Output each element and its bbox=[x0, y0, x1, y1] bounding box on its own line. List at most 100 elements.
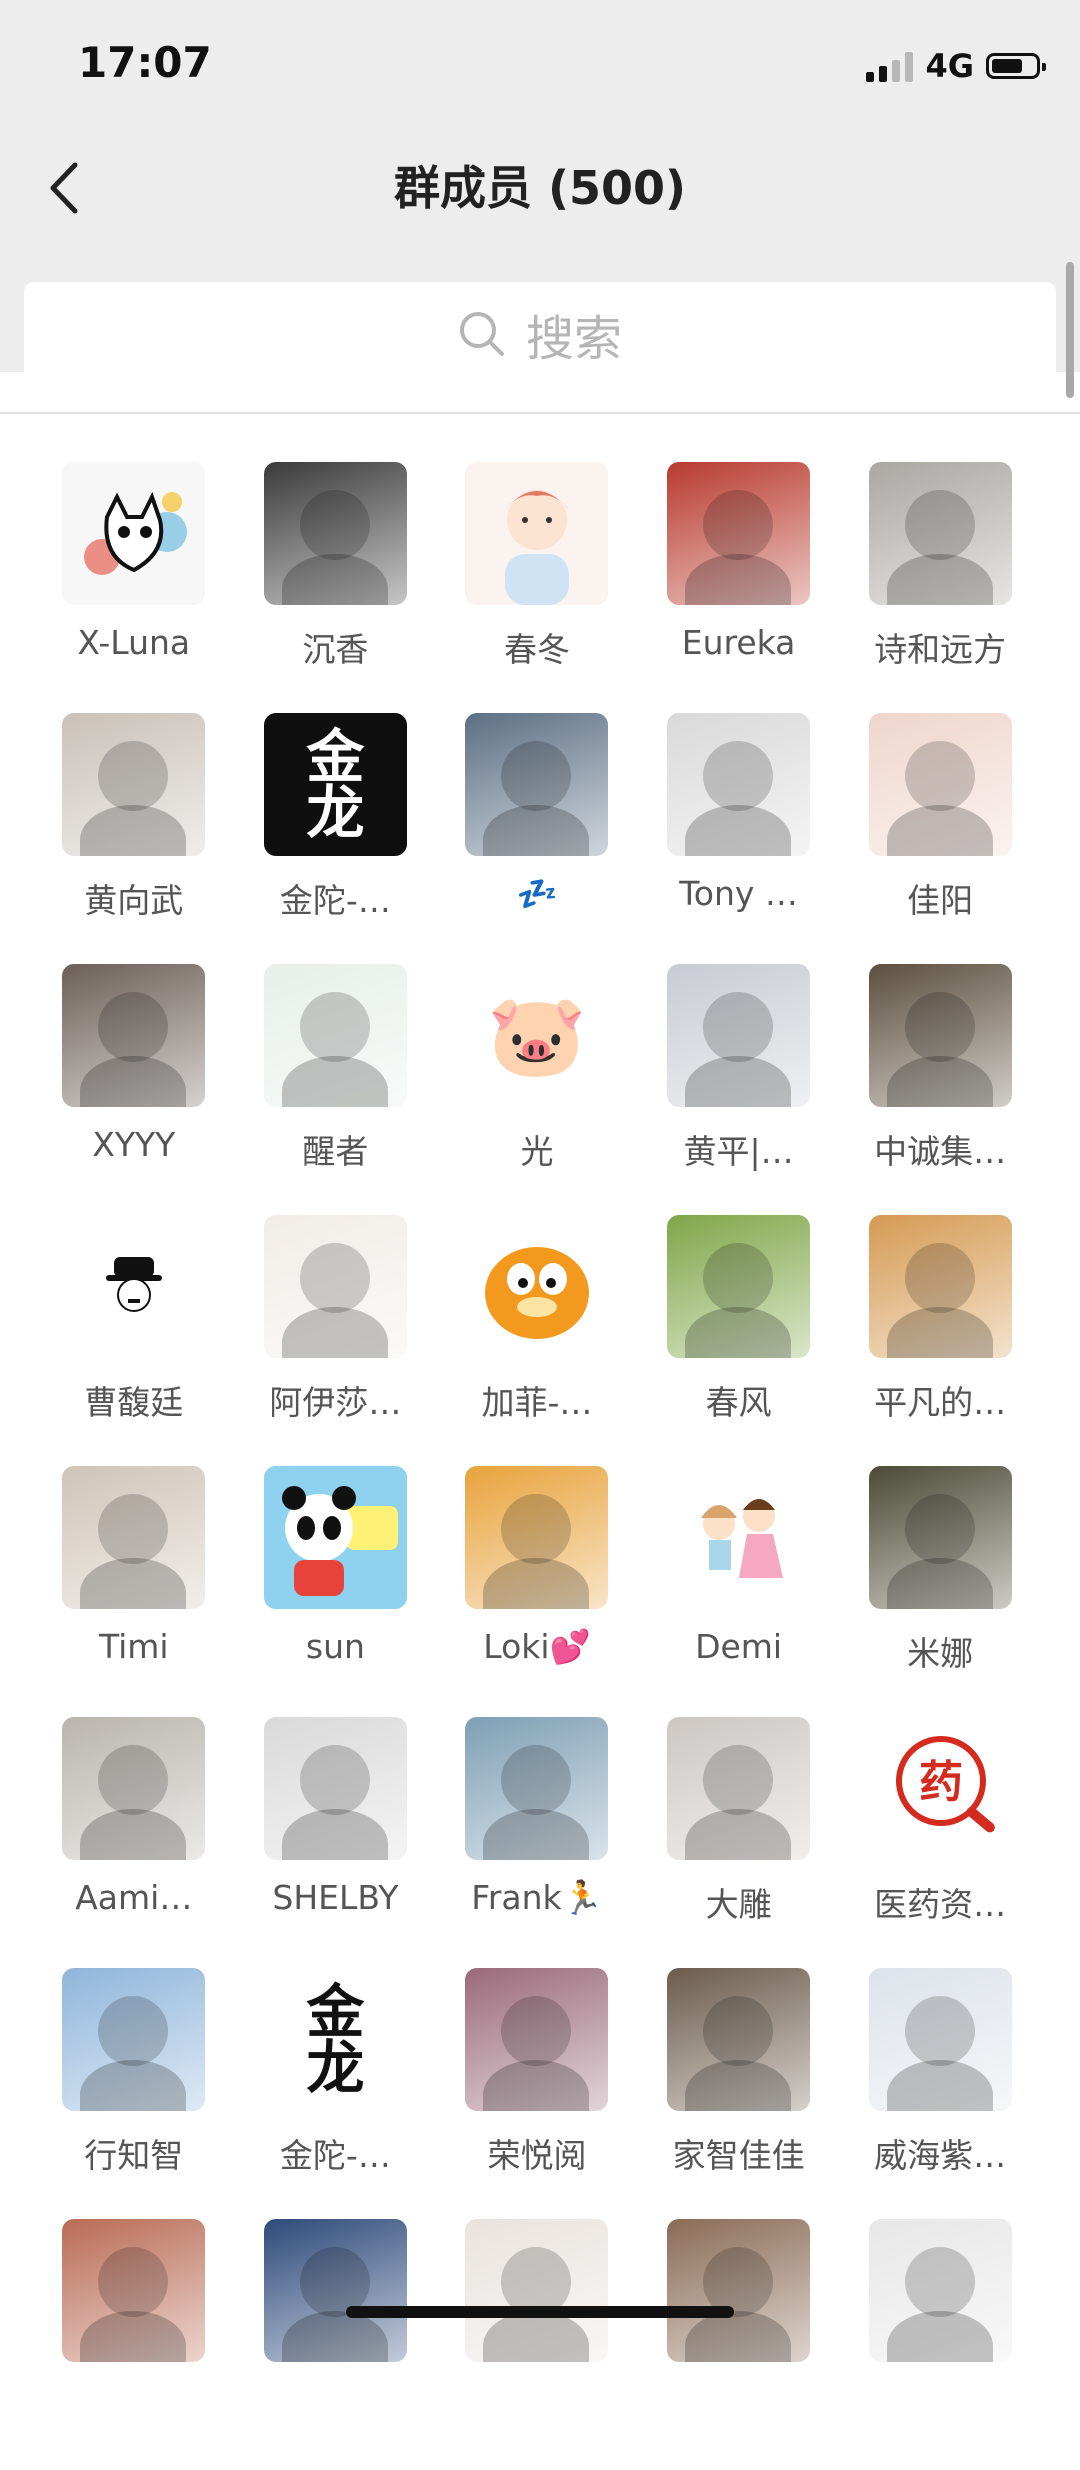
member-name: Frank🏃 bbox=[471, 1878, 603, 1917]
search-placeholder: 搜索 bbox=[525, 311, 622, 367]
divider bbox=[0, 412, 1080, 414]
avatar bbox=[263, 1717, 407, 1860]
member-item[interactable]: 威海紫… bbox=[839, 1968, 1041, 2219]
search-icon bbox=[459, 312, 504, 356]
avatar bbox=[263, 1466, 407, 1609]
member-item[interactable]: 曹馥廷 bbox=[33, 1215, 235, 1466]
member-item[interactable]: 春风 bbox=[638, 1215, 840, 1466]
member-item[interactable]: 荣悦阅 bbox=[436, 1968, 638, 2219]
member-name: Eureka bbox=[681, 623, 796, 662]
avatar: 药 bbox=[868, 1717, 1012, 1860]
member-name: 佳阳 bbox=[907, 881, 974, 920]
page-title: 群成员 (500) bbox=[393, 161, 687, 215]
status-time: 17:07 bbox=[78, 38, 212, 87]
member-name: Loki💕 bbox=[483, 1627, 591, 1666]
member-name: 春冬 bbox=[503, 630, 570, 669]
battery-icon bbox=[986, 53, 1046, 79]
member-name: 中诚集… bbox=[874, 1132, 1007, 1171]
network-label: 4G bbox=[925, 47, 974, 85]
member-item[interactable]: X-Luna bbox=[33, 462, 235, 713]
avatar bbox=[62, 1717, 206, 1860]
member-item[interactable]: Eureka bbox=[638, 462, 840, 713]
avatar bbox=[263, 1215, 407, 1358]
member-name: XYYY bbox=[92, 1125, 176, 1164]
home-indicator[interactable] bbox=[346, 2306, 734, 2318]
avatar bbox=[62, 2219, 206, 2362]
member-name: Timi bbox=[98, 1627, 169, 1666]
member-item[interactable]: 米娜 bbox=[839, 1466, 1041, 1717]
member-name: 家智佳佳 bbox=[672, 2136, 805, 2175]
member-item[interactable]: SHELBY bbox=[235, 1717, 437, 1968]
avatar bbox=[263, 964, 407, 1107]
member-name: 黄向武 bbox=[84, 881, 184, 920]
member-item[interactable]: 大雕 bbox=[638, 1717, 840, 1968]
avatar bbox=[465, 713, 609, 856]
member-item[interactable]: Loki💕 bbox=[436, 1466, 638, 1717]
avatar bbox=[465, 1717, 609, 1860]
member-item[interactable] bbox=[436, 2219, 638, 2470]
member-name: 加菲-… bbox=[481, 1383, 593, 1422]
member-item[interactable]: XYYY bbox=[33, 964, 235, 1215]
member-item[interactable]: 加菲-… bbox=[436, 1215, 638, 1466]
avatar bbox=[868, 713, 1012, 856]
member-item[interactable]: Tony … bbox=[638, 713, 840, 964]
member-item[interactable]: 平凡的… bbox=[839, 1215, 1041, 1466]
member-name: 曹馥廷 bbox=[84, 1383, 184, 1422]
member-item[interactable]: 家智佳佳 bbox=[638, 1968, 840, 2219]
member-item[interactable]: Frank🏃 bbox=[436, 1717, 638, 1968]
avatar bbox=[667, 1717, 811, 1860]
member-grid: X-Luna 沉香 春冬 Eureka 诗和远方 黄向武金龙金陀-… 💤 Tony … 佳阳 XY… bbox=[33, 462, 1047, 2470]
member-item[interactable]: 沉香 bbox=[235, 462, 437, 713]
member-name: 行知智 bbox=[84, 2136, 184, 2175]
member-name: 春风 bbox=[705, 1383, 772, 1422]
member-name: 阿伊莎… bbox=[269, 1383, 402, 1422]
member-item[interactable] bbox=[839, 2219, 1041, 2470]
avatar bbox=[62, 713, 206, 856]
avatar bbox=[62, 1968, 206, 2111]
avatar bbox=[667, 1215, 811, 1358]
member-item[interactable] bbox=[235, 2219, 437, 2470]
member-item[interactable]: 阿伊莎… bbox=[235, 1215, 437, 1466]
member-name: SHELBY bbox=[272, 1878, 399, 1917]
member-item[interactable] bbox=[638, 2219, 840, 2470]
member-item[interactable]: 金龙金陀-… bbox=[235, 713, 437, 964]
avatar bbox=[667, 2219, 811, 2362]
member-item[interactable]: 诗和远方 bbox=[839, 462, 1041, 713]
svg-text:药: 药 bbox=[919, 1757, 963, 1808]
member-item[interactable]: 药医药资… bbox=[839, 1717, 1041, 1968]
member-item[interactable]: Demi bbox=[638, 1466, 840, 1717]
member-item[interactable]: 佳阳 bbox=[839, 713, 1041, 964]
member-name: 金陀-… bbox=[279, 881, 391, 920]
avatar bbox=[465, 1968, 609, 2111]
avatar bbox=[263, 2219, 407, 2362]
member-name: 平凡的… bbox=[874, 1383, 1007, 1422]
avatar: 金龙 bbox=[263, 713, 407, 856]
avatar bbox=[868, 462, 1012, 605]
member-item[interactable]: 春冬 bbox=[436, 462, 638, 713]
member-name: Demi bbox=[695, 1627, 783, 1666]
member-item[interactable]: 黄平|… bbox=[638, 964, 840, 1215]
scrollbar[interactable] bbox=[1066, 262, 1074, 398]
member-name: 醒者 bbox=[302, 1132, 369, 1171]
member-item[interactable]: 醒者 bbox=[235, 964, 437, 1215]
member-name: 大雕 bbox=[705, 1885, 772, 1924]
member-item[interactable]: 金龙金陀-… bbox=[235, 1968, 437, 2219]
member-item[interactable] bbox=[33, 2219, 235, 2470]
member-item[interactable]: Timi bbox=[33, 1466, 235, 1717]
member-name: 诗和远方 bbox=[874, 630, 1007, 669]
member-item[interactable]: 🐷 光 bbox=[436, 964, 638, 1215]
avatar bbox=[868, 1466, 1012, 1609]
avatar bbox=[62, 1466, 206, 1609]
avatar: 金龙 bbox=[263, 1968, 407, 2111]
member-item[interactable]: 黄向武 bbox=[33, 713, 235, 964]
member-item[interactable]: 中诚集… bbox=[839, 964, 1041, 1215]
avatar bbox=[263, 462, 407, 605]
avatar bbox=[667, 1968, 811, 2111]
member-item[interactable]: 💤 bbox=[436, 713, 638, 964]
member-name: 💤 bbox=[516, 874, 558, 913]
member-item[interactable]: Aami… bbox=[33, 1717, 235, 1968]
search-input[interactable]: 搜索 bbox=[24, 282, 1056, 386]
member-name: 金陀-… bbox=[279, 2136, 391, 2175]
member-item[interactable]: sun bbox=[235, 1466, 437, 1717]
member-item[interactable]: 行知智 bbox=[33, 1968, 235, 2219]
